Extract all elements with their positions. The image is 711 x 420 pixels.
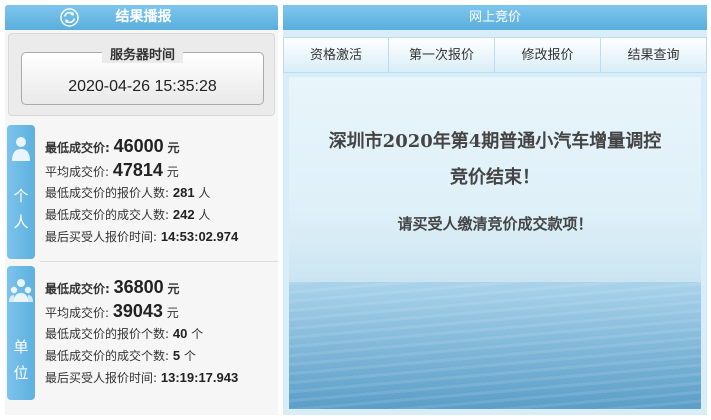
personal-winners-label: 最低成交价的成交人数: xyxy=(45,208,170,222)
unit-min-price: 36800 xyxy=(113,277,164,297)
personal-tag-char-1: 个 xyxy=(13,187,29,205)
unit-avg-price-label: 平均成交价: xyxy=(45,306,110,320)
unit-tag: 单 位 xyxy=(7,266,35,400)
tab-qualification-activation[interactable]: 资格激活 xyxy=(283,37,389,73)
person-icon xyxy=(12,137,30,161)
personal-winners: 242 xyxy=(172,207,195,222)
personal-bidders-unit: 人 xyxy=(198,186,211,200)
personal-last-time-label: 最后买受人报价时间: xyxy=(45,230,158,244)
personal-last-time: 14:53:02.974 xyxy=(160,229,239,244)
unit-tag-char-2: 位 xyxy=(13,364,29,382)
personal-bidders-label: 最低成交价的报价人数: xyxy=(45,186,170,200)
unit-last-time-label: 最后买受人报价时间: xyxy=(45,371,158,385)
unit-min-price-label: 最低成交价: xyxy=(45,282,110,296)
unit-bidders-label: 最低成交价的报价个数: xyxy=(45,327,170,341)
server-time-label: 服务器时间 xyxy=(9,44,276,63)
unit-bidders-unit: 个 xyxy=(191,327,204,341)
personal-bidders: 281 xyxy=(172,185,195,200)
personal-min-price-row: 最低成交价: 46000 元 xyxy=(45,134,275,158)
personal-avg-price-row: 平均成交价: 47814 元 xyxy=(45,158,275,182)
unit-avg-price-unit: 元 xyxy=(166,306,179,320)
unit-winners-unit: 个 xyxy=(183,349,196,363)
result-broadcast-header: 结果播报 xyxy=(5,5,278,30)
group-icon xyxy=(9,279,33,302)
unit-avg-price-row: 平均成交价: 39043 元 xyxy=(45,299,275,323)
unit-winners: 5 xyxy=(172,348,181,363)
personal-avg-price-label: 平均成交价: xyxy=(45,165,110,179)
unit-results: 单 位 最低成交价: 36800 元 平均成交价: 39043 元 最低成交价的… xyxy=(5,263,278,405)
personal-tag: 个 人 xyxy=(7,125,35,259)
section-divider xyxy=(40,261,278,262)
unit-bidders-row: 最低成交价的报价个数: 40 个 xyxy=(45,323,275,345)
unit-last-time-row: 最后买受人报价时间: 13:19:17.943 xyxy=(45,367,275,389)
result-broadcast-title: 结果播报 xyxy=(115,9,172,25)
personal-tag-char-2: 人 xyxy=(13,213,29,231)
auction-message-line2: 竞价结束！ xyxy=(450,167,540,188)
auction-message-line1: 深圳市2020年第4期普通小汽车增量调控 xyxy=(328,131,662,152)
unit-min-price-row: 最低成交价: 36800 元 xyxy=(45,275,275,299)
unit-info: 最低成交价: 36800 元 平均成交价: 39043 元 最低成交价的报价个数… xyxy=(45,275,275,389)
personal-min-price: 46000 xyxy=(113,136,164,156)
personal-last-time-row: 最后买受人报价时间: 14:53:02.974 xyxy=(45,226,275,248)
unit-avg-price: 39043 xyxy=(112,301,163,321)
unit-tag-char-1: 单 xyxy=(13,338,29,356)
personal-winners-unit: 人 xyxy=(198,208,211,222)
server-time-label-text: 服务器时间 xyxy=(101,48,183,63)
personal-winners-row: 最低成交价的成交人数: 242 人 xyxy=(45,204,275,226)
tab-first-bid[interactable]: 第一次报价 xyxy=(389,37,495,73)
tab-result-query[interactable]: 结果查询 xyxy=(601,37,707,73)
personal-bidders-row: 最低成交价的报价人数: 281 人 xyxy=(45,182,275,204)
sea-background xyxy=(289,282,701,409)
personal-avg-price: 47814 xyxy=(112,160,163,180)
unit-winners-label: 最低成交价的成交个数: xyxy=(45,349,170,363)
unit-min-price-unit: 元 xyxy=(167,282,180,296)
personal-avg-price-unit: 元 xyxy=(166,165,179,179)
result-broadcast-panel: 结果播报 服务器时间 2020-04-26 15:35:28 个 人 最低成交价… xyxy=(5,5,278,415)
auction-tabs: 资格激活 第一次报价 修改报价 结果查询 xyxy=(283,37,707,73)
online-auction-panel: 网上竞价 资格激活 第一次报价 修改报价 结果查询 深圳市2020年第4期普通小… xyxy=(283,5,707,415)
auction-message-line3: 请买受人缴清竞价成交款项！ xyxy=(397,215,593,233)
personal-min-price-unit: 元 xyxy=(167,141,180,155)
server-time-box: 服务器时间 2020-04-26 15:35:28 xyxy=(8,33,275,116)
personal-min-price-label: 最低成交价: xyxy=(45,141,110,155)
auction-message-area: 深圳市2020年第4期普通小汽车增量调控 竞价结束！ 请买受人缴清竞价成交款项！ xyxy=(289,77,701,409)
unit-bidders: 40 xyxy=(172,326,188,341)
online-auction-header: 网上竞价 xyxy=(283,5,707,30)
unit-last-time: 13:19:17.943 xyxy=(160,370,239,385)
personal-info: 最低成交价: 46000 元 平均成交价: 47814 元 最低成交价的报价人数… xyxy=(45,134,275,248)
refresh-icon[interactable] xyxy=(60,8,79,27)
tab-modify-bid[interactable]: 修改报价 xyxy=(495,37,601,73)
personal-results: 个 人 最低成交价: 46000 元 平均成交价: 47814 元 最低成交价的… xyxy=(5,122,278,260)
server-time-value: 2020-04-26 15:35:28 xyxy=(68,78,217,95)
unit-winners-row: 最低成交价的成交个数: 5 个 xyxy=(45,345,275,367)
